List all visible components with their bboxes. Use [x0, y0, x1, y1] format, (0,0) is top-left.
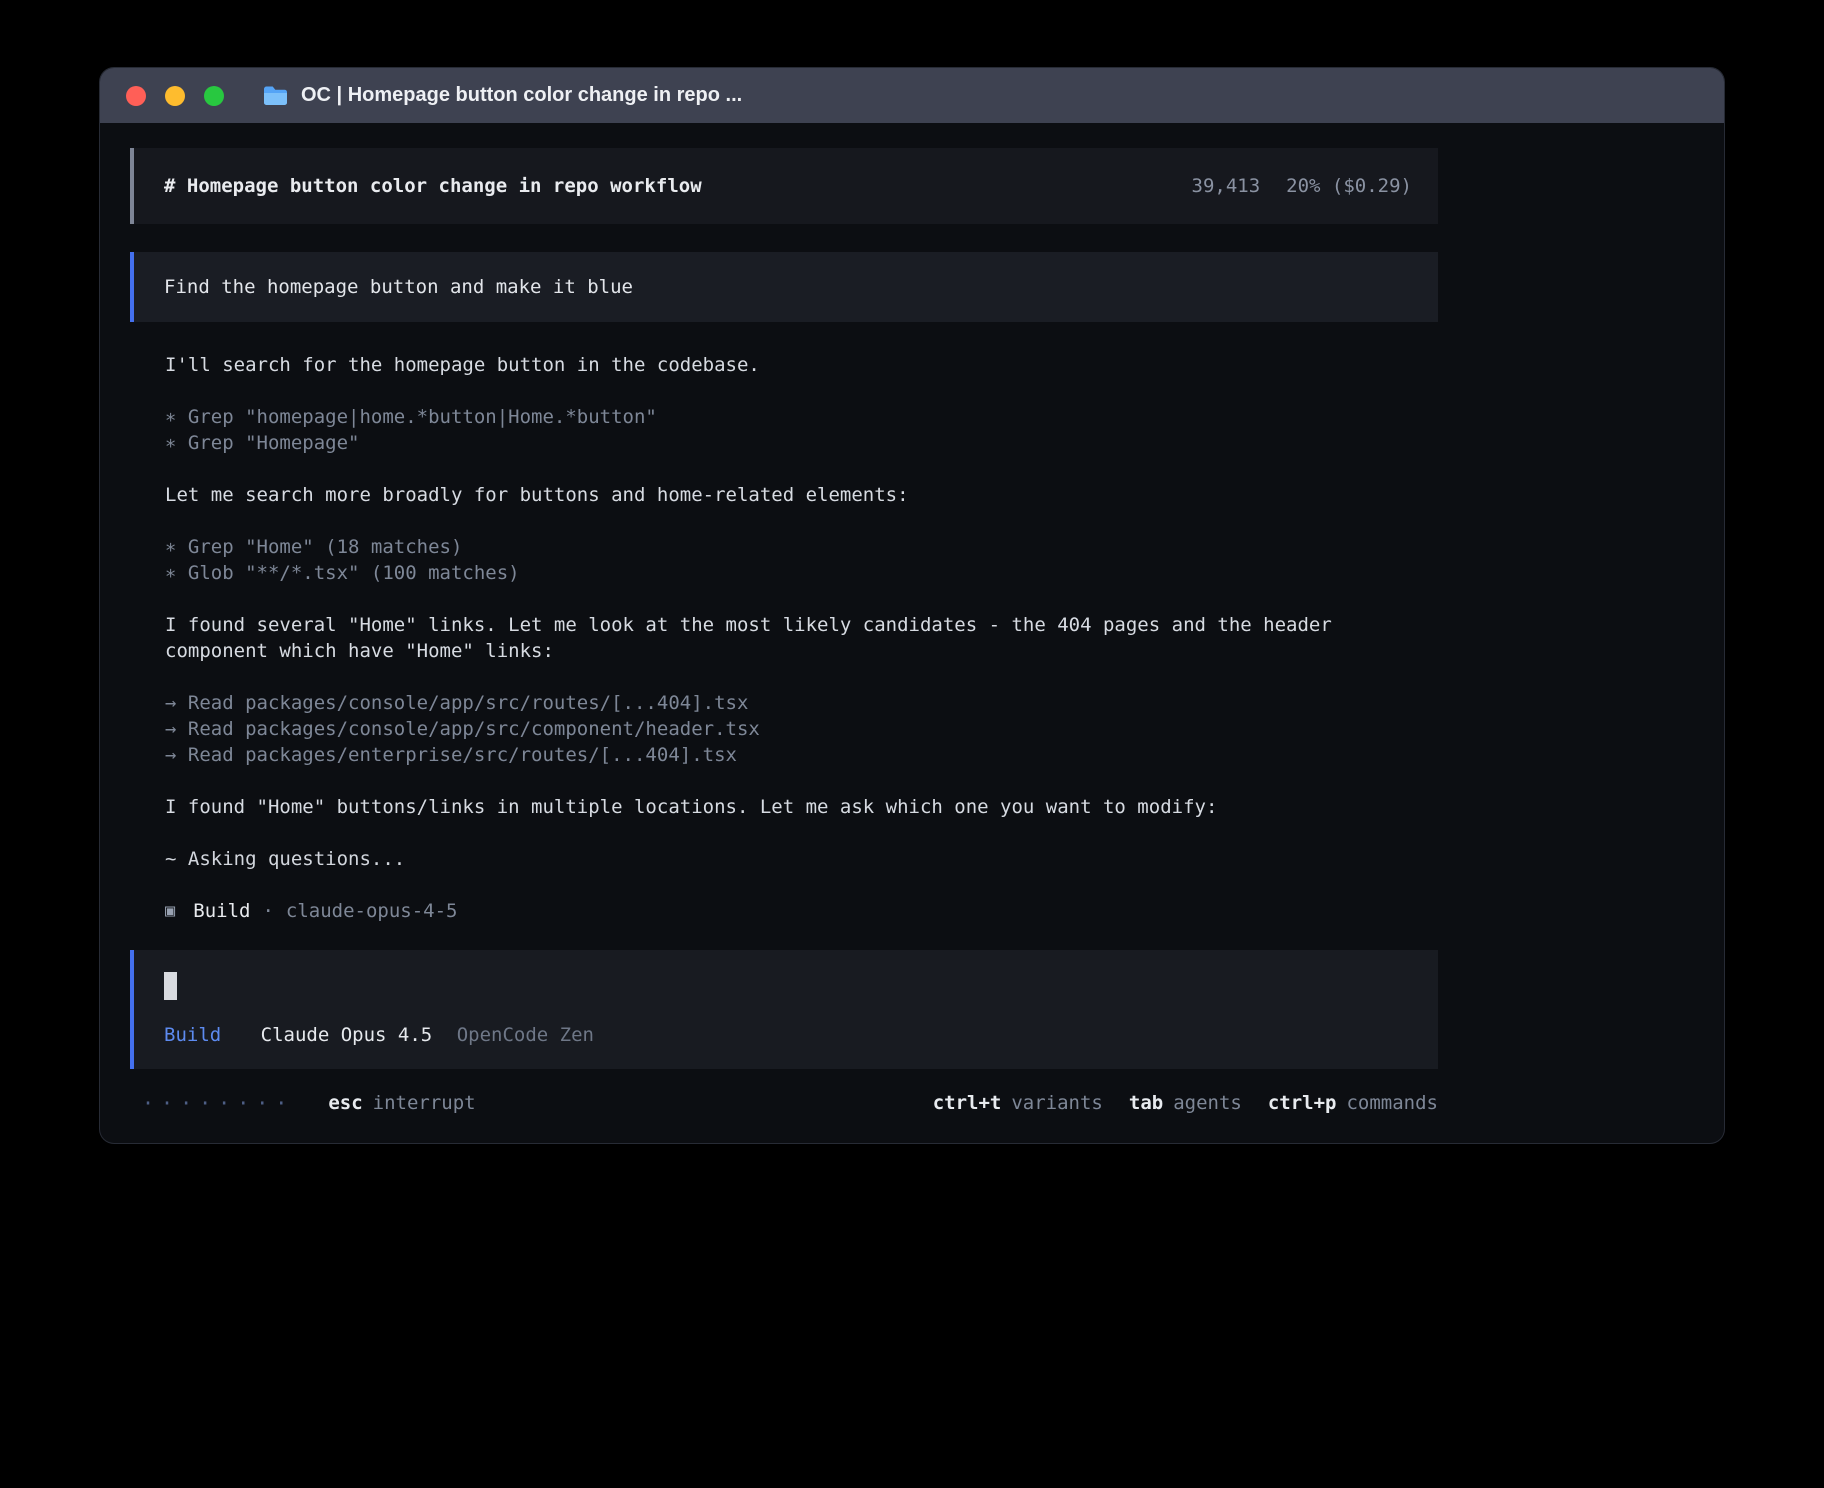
tool-call-read: → Read packages/console/app/src/componen…	[165, 716, 1694, 742]
hint-agents: tab agents	[1129, 1090, 1242, 1116]
hint-key: tab	[1129, 1090, 1163, 1116]
tool-call-read: → Read packages/console/app/src/routes/[…	[165, 690, 1694, 716]
window-title: OC | Homepage button color change in rep…	[301, 84, 742, 107]
assistant-paragraph: I found "Home" buttons/links in multiple…	[165, 794, 1415, 820]
status-bar-right: ctrl+t variants tab agents ctrl+p comman…	[933, 1090, 1438, 1116]
agent-name: Build	[193, 898, 250, 924]
asking-questions-status: ~ Asking questions...	[165, 846, 1415, 872]
tool-call-grep: ∗ Grep "homepage|home.*button|Home.*butt…	[165, 404, 1694, 430]
user-message: Find the homepage button and make it blu…	[130, 252, 1438, 322]
folder-icon	[262, 84, 289, 107]
traffic-lights	[126, 86, 224, 106]
session-title: # Homepage button color change in repo w…	[164, 173, 702, 199]
esc-key-hint: esc	[328, 1090, 362, 1116]
hint-key: ctrl+p	[1268, 1090, 1337, 1116]
minimize-button[interactable]	[165, 86, 185, 106]
model-provider: OpenCode Zen	[457, 1024, 594, 1046]
hint-label: commands	[1346, 1090, 1438, 1116]
prompt-input[interactable]: Build Claude Opus 4.5 OpenCode Zen	[130, 950, 1438, 1069]
tool-call-group: ∗ Grep "homepage|home.*button|Home.*butt…	[165, 404, 1694, 456]
hint-label: agents	[1173, 1090, 1242, 1116]
close-button[interactable]	[126, 86, 146, 106]
hint-key: ctrl+t	[933, 1090, 1002, 1116]
agent-model: claude-opus-4-5	[286, 898, 458, 924]
tool-call-glob: ∗ Glob "**/*.tsx" (100 matches)	[165, 560, 1694, 586]
assistant-paragraph: I found several "Home" links. Let me loo…	[165, 612, 1415, 664]
agent-square-icon: ▣	[165, 898, 175, 924]
terminal-content: # Homepage button color change in repo w…	[100, 123, 1724, 1143]
user-message-text: Find the homepage button and make it blu…	[164, 276, 633, 298]
tool-call-group: → Read packages/console/app/src/routes/[…	[165, 690, 1694, 768]
hint-variants: ctrl+t variants	[933, 1090, 1103, 1116]
status-bar-left: ········ esc interrupt	[130, 1090, 476, 1116]
title-bar: OC | Homepage button color change in rep…	[100, 68, 1724, 123]
tool-call-grep: ∗ Grep "Homepage"	[165, 430, 1694, 456]
status-bar: ········ esc interrupt ctrl+t variants t…	[130, 1083, 1438, 1123]
terminal-window: OC | Homepage button color change in rep…	[100, 68, 1724, 1143]
input-mode-line: Build Claude Opus 4.5 OpenCode Zen	[164, 1022, 1412, 1048]
hint-commands: ctrl+p commands	[1268, 1090, 1438, 1116]
model-name: Claude Opus 4.5	[261, 1024, 433, 1046]
tool-call-read: → Read packages/enterprise/src/routes/[.…	[165, 742, 1694, 768]
mode-name: Build	[164, 1024, 221, 1046]
agent-info-line: ▣ Build · claude-opus-4-5	[165, 898, 1694, 924]
tool-call-group: ∗ Grep "Home" (18 matches) ∗ Glob "**/*.…	[165, 534, 1694, 586]
hint-label: variants	[1011, 1090, 1103, 1116]
agent-separator: ·	[262, 898, 273, 924]
tool-call-grep: ∗ Grep "Home" (18 matches)	[165, 534, 1694, 560]
assistant-paragraph: Let me search more broadly for buttons a…	[165, 482, 1415, 508]
zoom-button[interactable]	[204, 86, 224, 106]
assistant-paragraph: I'll search for the homepage button in t…	[165, 352, 1415, 378]
spinner-dots-icon: ········	[142, 1090, 294, 1116]
interrupt-label: interrupt	[373, 1090, 476, 1116]
context-usage: 20% ($0.29)	[1286, 173, 1412, 199]
token-count: 39,413	[1192, 173, 1261, 199]
session-header: # Homepage button color change in repo w…	[130, 148, 1438, 224]
text-cursor	[164, 972, 177, 1000]
session-usage: 39,413 20% ($0.29)	[1192, 173, 1412, 199]
